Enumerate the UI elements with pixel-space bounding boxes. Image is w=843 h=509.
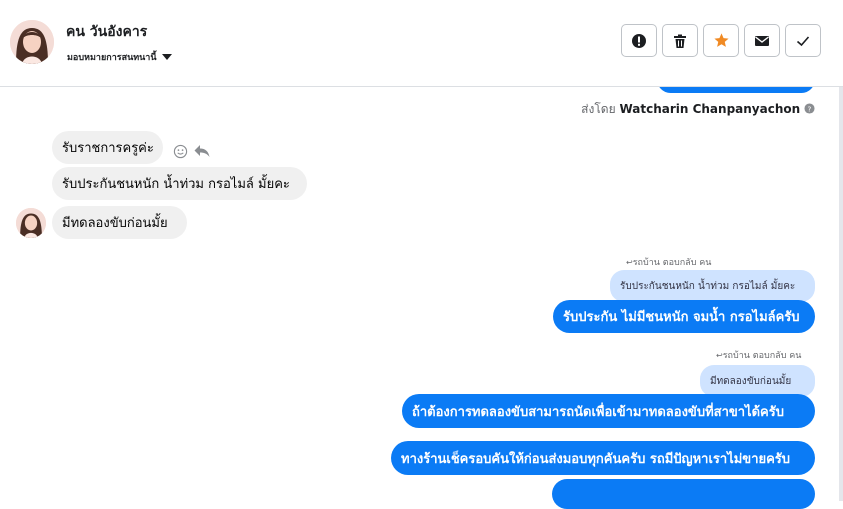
assign-label: มอบหมายการสนทนานี้ <box>67 53 157 63</box>
reply-small-icon: ↩ <box>716 351 723 360</box>
message-bubble-outgoing[interactable]: รับประกัน ไม่มีชนหนัก จมน้ำ กรอไมล์ครับ <box>553 300 815 333</box>
svg-text:?: ? <box>808 104 812 113</box>
delete-button[interactable] <box>662 24 698 57</box>
reply-small-icon: ↩ <box>626 258 633 267</box>
react-icon[interactable] <box>173 144 188 163</box>
message-bubble-outgoing[interactable]: ทางร้านเช็ครอบคันให้ก่อนส่งมอบทุกคันครับ… <box>391 441 815 475</box>
action-toolbar <box>621 24 821 57</box>
sent-by-label: ส่งโดย Watcharin Chanpanyachon ? <box>581 100 815 119</box>
message-bubble-outgoing[interactable] <box>552 479 815 509</box>
quoted-message[interactable]: รับประกันชนหนัก น้ำท่วม กรอไมล์ มั้ยคะ <box>610 270 815 302</box>
check-icon <box>796 35 810 46</box>
message-bubble-incoming[interactable]: รับราชการครูค่ะ <box>52 131 163 164</box>
sender-avatar <box>16 208 46 238</box>
assign-dropdown[interactable]: มอบหมายการสนทนานี้ <box>67 50 172 64</box>
mark-unread-button[interactable] <box>744 24 780 57</box>
alert-icon <box>632 33 646 48</box>
help-icon[interactable]: ? <box>804 103 815 114</box>
trash-icon <box>674 34 686 48</box>
quoted-message[interactable]: มีทดลองขับก่อนมั้ย <box>700 365 815 397</box>
contact-name[interactable]: คน วันอังคาร <box>66 21 147 43</box>
reply-label: ↩รถบ้าน ตอบกลับ คน <box>716 351 802 361</box>
chevron-down-icon <box>161 54 172 60</box>
conversation-header: คน วันอังคาร มอบหมายการสนทนานี้ <box>0 0 843 87</box>
report-button[interactable] <box>621 24 657 57</box>
done-button[interactable] <box>785 24 821 57</box>
envelope-icon <box>755 35 769 46</box>
star-button[interactable] <box>703 24 739 57</box>
reply-icon[interactable] <box>193 142 211 164</box>
message-bubble-incoming[interactable]: มีทดลองขับก่อนมั้ย <box>52 206 187 239</box>
message-bubble-incoming[interactable]: รับประกันชนหนัก น้ำท่วม กรอไมล์ มั้ยคะ <box>52 167 307 200</box>
sender-name: Watcharin Chanpanyachon <box>619 102 801 116</box>
message-bubble-outgoing[interactable]: ถ้าต้องการทดลองขับสามารถนัดเพื่อเข้ามาทด… <box>402 394 815 428</box>
reply-label: ↩รถบ้าน ตอบกลับ คน <box>626 258 712 268</box>
avatar[interactable] <box>10 20 54 64</box>
scrollbar[interactable] <box>839 87 843 501</box>
star-icon <box>713 33 729 47</box>
